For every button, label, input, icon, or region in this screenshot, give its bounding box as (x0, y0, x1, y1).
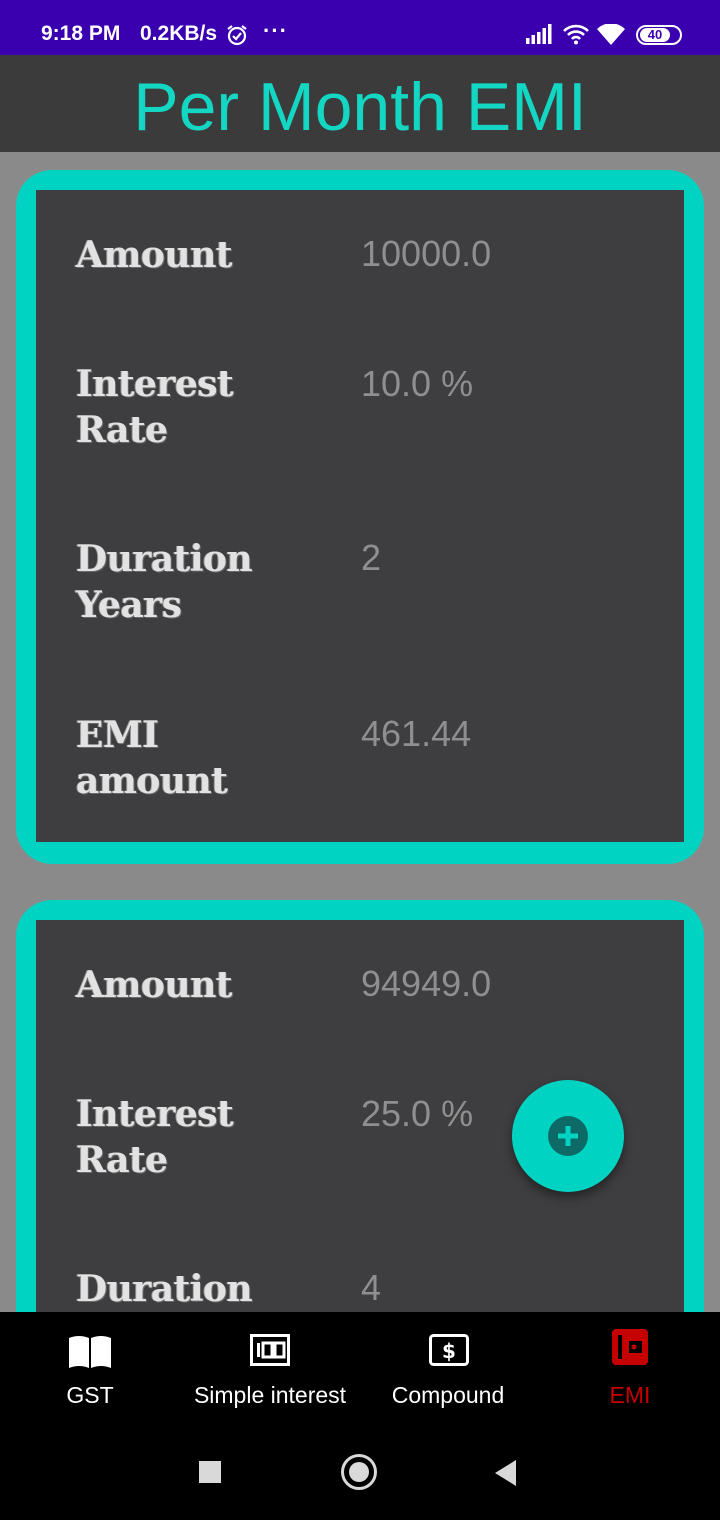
wifi-icon (562, 23, 590, 50)
alarm-icon (225, 23, 249, 52)
svg-text:$: $ (442, 1339, 456, 1363)
amount-value: 10000.0 (361, 233, 492, 274)
nav-item-gst[interactable]: GST (40, 1312, 140, 1430)
more-notifications-icon: ··· (263, 18, 288, 43)
emi-card-body: Amount 10000.0 Interest Rate 10.0 % Dura… (36, 190, 684, 842)
amount-label: Amount (76, 234, 233, 276)
page-title: Per Month EMI (133, 69, 587, 145)
dollar-icon: $ (429, 1334, 469, 1371)
interest-rate-value: 25.0 % (361, 1093, 474, 1134)
nav-item-compound[interactable]: $ Compound (378, 1312, 518, 1430)
wallet-icon (611, 1328, 649, 1371)
add-icon (548, 1116, 588, 1161)
nav-label-gst: GST (66, 1382, 114, 1408)
nav-label-simple-interest: Simple interest (193, 1382, 347, 1408)
nav-item-simple-interest[interactable]: Simple interest (180, 1312, 360, 1430)
emi-card[interactable]: Amount 10000.0 Interest Rate 10.0 % Dura… (16, 170, 704, 864)
battery-level: 40 (640, 28, 670, 42)
emi-amount-label: EMI amount (76, 714, 228, 802)
hundred-icon (250, 1334, 290, 1371)
network-speed: 0.2KB/s (140, 22, 218, 45)
signal-icon (526, 24, 554, 49)
status-bar: 9:18 PM 0.2KB/s ··· 40 (0, 0, 720, 55)
emi-amount-value: 461.44 (361, 713, 472, 754)
system-navigation-bar (0, 1430, 720, 1520)
bottom-navigation: GST Simple interest $ Compound EMI (0, 1312, 720, 1430)
duration-value: 2 (361, 537, 382, 578)
interest-rate-label: Interest Rate (76, 1093, 234, 1181)
interest-rate-value: 10.0 % (361, 363, 474, 404)
amount-label: Amount (76, 964, 233, 1006)
book-icon (67, 1334, 113, 1375)
status-time: 9:18 PM (41, 22, 121, 45)
nav-item-emi[interactable]: EMI (580, 1312, 680, 1430)
amount-value: 94949.0 (361, 963, 492, 1004)
add-emi-button[interactable] (512, 1080, 624, 1192)
duration-label: Duration Years (76, 538, 253, 626)
wifi-icon (597, 23, 625, 50)
home-button[interactable] (341, 1454, 377, 1490)
recents-button[interactable] (199, 1461, 221, 1483)
nav-label-compound: Compound (391, 1382, 505, 1408)
nav-label-emi: EMI (609, 1382, 651, 1408)
duration-label: Duration (76, 1268, 253, 1310)
app-header: Per Month EMI (0, 55, 720, 152)
duration-value: 4 (361, 1267, 382, 1308)
battery-icon: 40 (636, 25, 682, 45)
back-button[interactable] (494, 1459, 518, 1492)
home-icon (349, 1462, 369, 1482)
interest-rate-label: Interest Rate (76, 363, 234, 451)
